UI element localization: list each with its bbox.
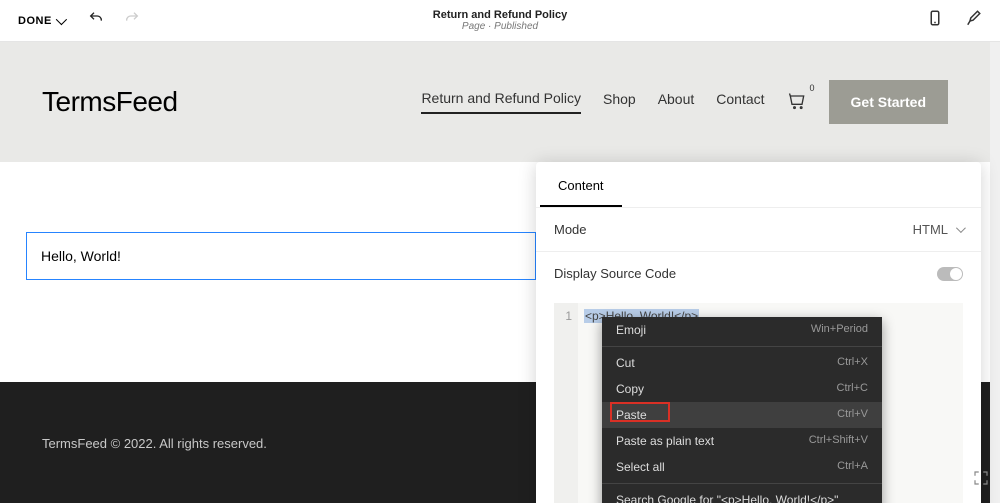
site-preview-canvas: TermsFeed Return and Refund Policy Shop … — [0, 42, 1000, 503]
display-source-toggle[interactable] — [937, 267, 963, 281]
nav-about[interactable]: About — [658, 91, 695, 113]
ctx-emoji[interactable]: Emoji Win+Period — [602, 317, 882, 343]
nav-contact[interactable]: Contact — [716, 91, 764, 113]
get-started-button[interactable]: Get Started — [829, 80, 948, 124]
page-status: Page · Published — [433, 21, 567, 32]
line-number: 1 — [565, 309, 572, 323]
site-header: TermsFeed Return and Refund Policy Shop … — [0, 42, 990, 162]
ctx-shortcut: Ctrl+X — [837, 356, 868, 370]
line-gutter: 1 — [554, 303, 578, 503]
ctx-shortcut: Win+Period — [811, 323, 868, 337]
mode-label: Mode — [554, 222, 587, 237]
ctx-label: Paste as plain text — [616, 434, 714, 448]
ctx-label: Search Google for "<p>Hello, World!</p>" — [616, 493, 838, 503]
done-label: DONE — [18, 15, 52, 27]
site-nav: Return and Refund Policy Shop About Cont… — [421, 80, 948, 124]
undo-button[interactable] — [88, 10, 104, 31]
paintbrush-icon[interactable] — [964, 9, 982, 32]
ctx-shortcut: Ctrl+V — [837, 408, 868, 422]
done-button[interactable]: DONE — [18, 15, 64, 27]
nav-shop[interactable]: Shop — [603, 91, 636, 113]
page-title-block: Return and Refund Policy Page · Publishe… — [433, 9, 567, 32]
mode-row[interactable]: Mode HTML — [536, 208, 981, 251]
ctx-cut[interactable]: Cut Ctrl+X — [602, 350, 882, 376]
site-logo[interactable]: TermsFeed — [42, 86, 178, 118]
chevron-down-icon — [56, 13, 67, 24]
divider — [602, 483, 882, 484]
divider — [602, 346, 882, 347]
mode-value-text: HTML — [913, 222, 948, 237]
ctx-shortcut: Ctrl+A — [837, 460, 868, 474]
display-source-label: Display Source Code — [554, 266, 676, 281]
cart-count: 0 — [810, 83, 815, 93]
display-source-row[interactable]: Display Source Code — [536, 252, 981, 295]
mode-value: HTML — [913, 222, 963, 237]
chevron-down-icon — [956, 223, 966, 233]
ctx-paste[interactable]: Paste Ctrl+V — [602, 402, 882, 428]
cart-button[interactable]: 0 — [787, 91, 807, 114]
ctx-label: Cut — [616, 356, 635, 370]
content-block-selected[interactable]: Hello, World! — [26, 232, 536, 280]
tab-content[interactable]: Content — [540, 162, 622, 207]
page-title: Return and Refund Policy — [433, 9, 567, 21]
content-block-text: Hello, World! — [41, 248, 121, 264]
ctx-search-google[interactable]: Search Google for "<p>Hello, World!</p>" — [602, 487, 882, 503]
ctx-paste-plain[interactable]: Paste as plain text Ctrl+Shift+V — [602, 428, 882, 454]
context-menu: Emoji Win+Period Cut Ctrl+X Copy Ctrl+C Pas… — [602, 317, 882, 503]
ctx-shortcut: Ctrl+Shift+V — [809, 434, 868, 448]
ctx-select-all[interactable]: Select all Ctrl+A — [602, 454, 882, 480]
history-controls — [88, 10, 140, 31]
ctx-shortcut: Ctrl+C — [837, 382, 868, 396]
ctx-label: Emoji — [616, 323, 646, 337]
footer-text: TermsFeed © 2022. All rights reserved. — [42, 436, 267, 451]
topbar-right — [926, 9, 982, 32]
mobile-preview-icon[interactable] — [926, 9, 944, 32]
ctx-label: Paste — [616, 408, 647, 422]
redo-button[interactable] — [124, 10, 140, 31]
ctx-label: Copy — [616, 382, 644, 396]
ctx-label: Select all — [616, 460, 665, 474]
nav-return-refund[interactable]: Return and Refund Policy — [421, 90, 581, 114]
ctx-copy[interactable]: Copy Ctrl+C — [602, 376, 882, 402]
editor-topbar: DONE Return and Refund Policy Page · Pub… — [0, 0, 1000, 42]
expand-icon[interactable] — [972, 469, 990, 487]
